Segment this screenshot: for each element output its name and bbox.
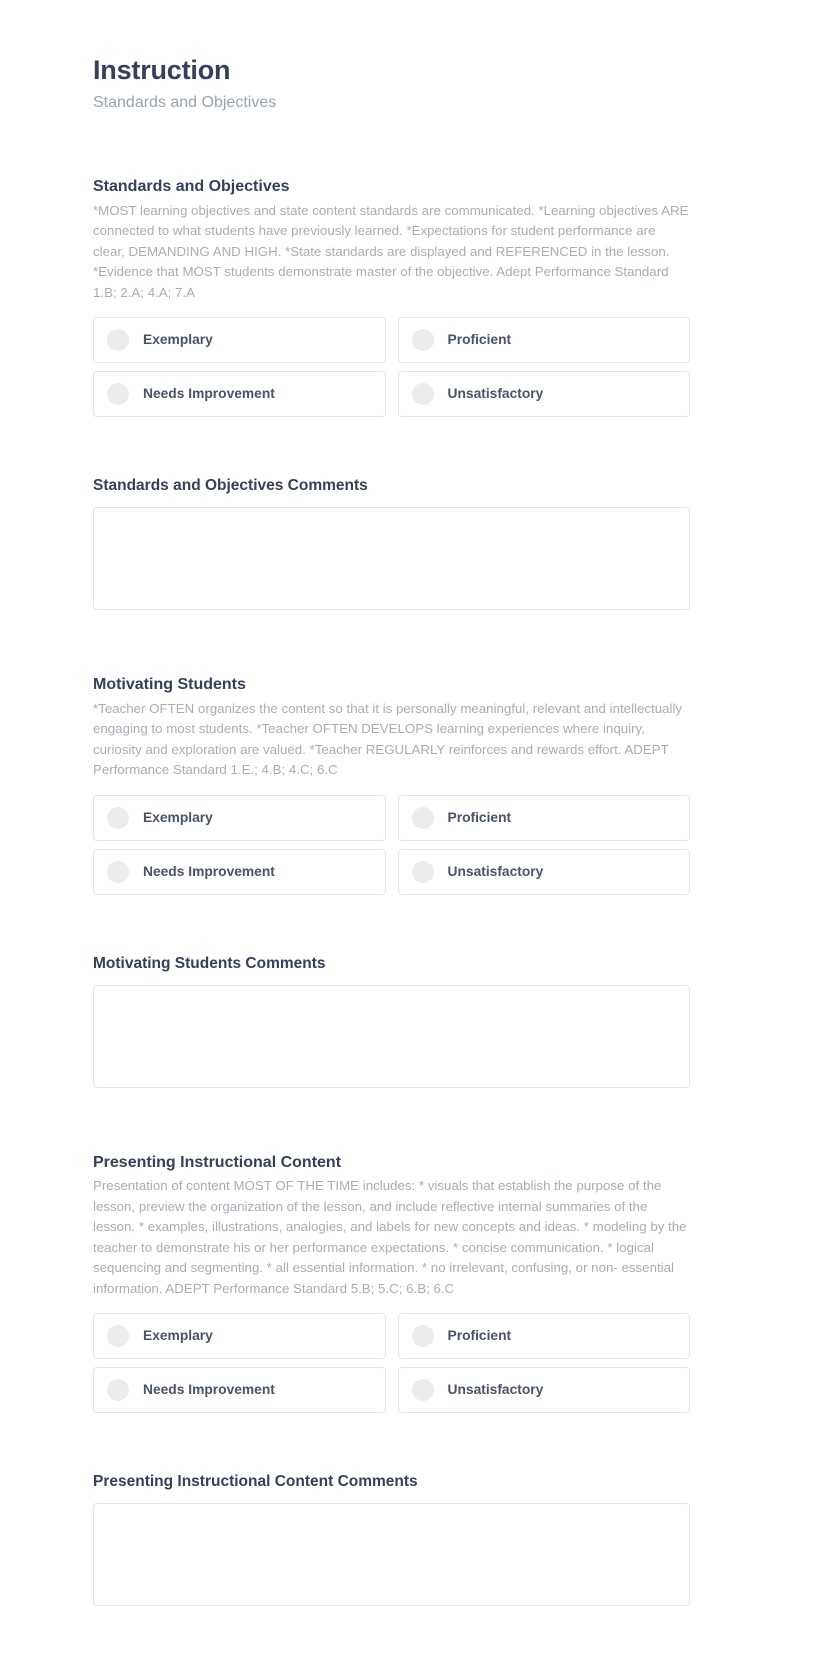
question-block-presenting-instructional-content: Presenting Instructional Content Present…	[93, 1152, 690, 1414]
page-subtitle: Standards and Objectives	[93, 94, 277, 112]
radio-icon[interactable]	[411, 860, 434, 883]
option-label: Needs Improvement	[143, 863, 275, 879]
option-proficient[interactable]: Proficient	[397, 1313, 690, 1360]
option-exemplary[interactable]: Exemplary	[93, 794, 386, 841]
question-title: Presenting Instructional Content	[93, 1153, 342, 1171]
comments-title: Standards and Objectives Comments	[93, 477, 368, 495]
rating-options-group: Exemplary Proficient Needs Improvement U…	[93, 794, 690, 895]
question-description: *MOST learning objectives and state cont…	[93, 202, 689, 300]
option-label: Needs Improvement	[143, 1382, 275, 1398]
option-label: Proficient	[447, 332, 512, 347]
option-label: Needs Improvement	[143, 386, 275, 401]
option-proficient[interactable]: Proficient	[397, 317, 690, 364]
radio-icon[interactable]	[107, 1379, 129, 1402]
radio-icon[interactable]	[107, 329, 129, 352]
radio-icon[interactable]	[411, 329, 434, 352]
comments-textarea[interactable]	[93, 1503, 690, 1607]
option-exemplary[interactable]: Exemplary	[93, 1313, 386, 1360]
evaluation-form-page: Instruction Standards and Objectives Sta…	[0, 0, 840, 1680]
radio-icon[interactable]	[107, 1325, 129, 1348]
question-description: *Teacher OFTEN organizes the content so …	[93, 700, 683, 778]
option-label: Exemplary	[143, 809, 213, 825]
comments-textarea[interactable]	[93, 984, 690, 1088]
comments-block-motivating-students: Motivating Students Comments	[93, 954, 690, 1088]
question-description: Presentation of content MOST OF THE TIME…	[93, 1178, 687, 1296]
comments-title: Presenting Instructional Content Comment…	[93, 1473, 418, 1491]
option-label: Exemplary	[143, 1328, 213, 1344]
radio-icon[interactable]	[411, 1325, 434, 1348]
radio-icon[interactable]	[107, 806, 129, 829]
page-title: Instruction	[93, 55, 231, 85]
question-title: Standards and Objectives	[93, 178, 290, 196]
comments-block-standards-and-objectives: Standards and Objectives Comments	[93, 476, 690, 611]
option-label: Proficient	[447, 809, 512, 825]
option-needs-improvement[interactable]: Needs Improvement	[93, 1367, 386, 1414]
option-label: Unsatisfactory	[447, 863, 544, 879]
question-title: Motivating Students	[93, 676, 246, 694]
option-unsatisfactory[interactable]: Unsatisfactory	[397, 848, 690, 895]
option-unsatisfactory[interactable]: Unsatisfactory	[397, 1367, 690, 1414]
question-block-motivating-students: Motivating Students *Teacher OFTEN organ…	[93, 674, 690, 895]
radio-icon[interactable]	[107, 860, 129, 883]
question-block-standards-and-objectives: Standards and Objectives *MOST learning …	[93, 176, 690, 418]
rating-options-group: Exemplary Proficient Needs Improvement U…	[93, 317, 690, 418]
comments-block-presenting-instructional-content: Presenting Instructional Content Comment…	[93, 1472, 690, 1607]
option-unsatisfactory[interactable]: Unsatisfactory	[397, 371, 690, 418]
option-needs-improvement[interactable]: Needs Improvement	[93, 371, 386, 418]
comments-textarea[interactable]	[93, 507, 690, 611]
option-exemplary[interactable]: Exemplary	[93, 317, 386, 364]
option-label: Unsatisfactory	[447, 386, 544, 401]
option-needs-improvement[interactable]: Needs Improvement	[93, 848, 386, 895]
option-proficient[interactable]: Proficient	[397, 794, 690, 841]
radio-icon[interactable]	[107, 383, 129, 406]
rating-options-group: Exemplary Proficient Needs Improvement U…	[93, 1313, 690, 1414]
option-label: Exemplary	[143, 332, 213, 347]
radio-icon[interactable]	[411, 383, 434, 406]
comments-title: Motivating Students Comments	[93, 954, 326, 972]
radio-icon[interactable]	[411, 1379, 434, 1402]
option-label: Unsatisfactory	[447, 1382, 544, 1398]
page-header: Instruction Standards and Objectives	[93, 54, 690, 114]
radio-icon[interactable]	[411, 806, 434, 829]
option-label: Proficient	[447, 1328, 512, 1344]
